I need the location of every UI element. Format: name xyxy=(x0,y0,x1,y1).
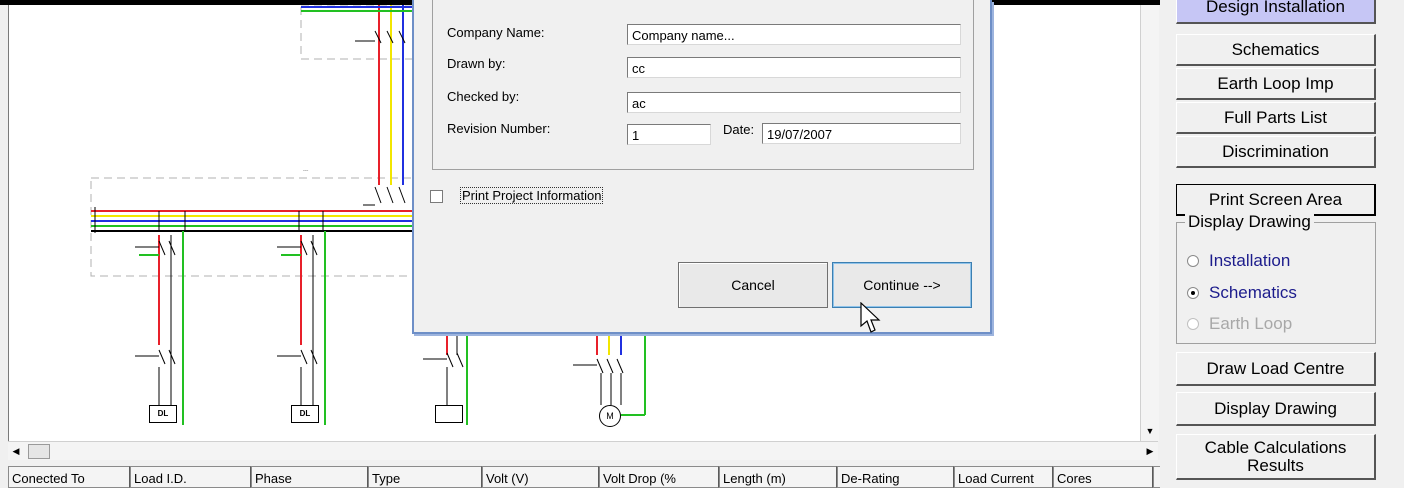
date-label: Date: xyxy=(723,122,755,137)
switch-contact xyxy=(168,349,176,365)
radio-schematics-label[interactable]: Schematics xyxy=(1209,283,1297,303)
draw-load-centre-button[interactable]: Draw Load Centre xyxy=(1176,352,1376,386)
column-header-load-id[interactable]: Load I.D. xyxy=(130,466,251,488)
switch-contact xyxy=(310,240,318,256)
drawn-by-label: Drawn by: xyxy=(447,56,506,71)
switch-contact xyxy=(616,358,624,374)
radio-earth-loop-label: Earth Loop xyxy=(1209,314,1293,333)
column-header-volt[interactable]: Volt (V) xyxy=(482,466,599,488)
cancel-button[interactable]: Cancel xyxy=(678,262,828,308)
load-symbol-1: DL xyxy=(149,405,177,423)
company-name-label: Company Name: xyxy=(447,25,545,40)
column-header-de-rating[interactable]: De-Rating xyxy=(837,466,954,488)
switch-contact xyxy=(158,349,166,365)
radio-earth-loop xyxy=(1187,318,1199,330)
results-table-header: Conected To Load I.D. Phase Type Volt (V… xyxy=(8,466,1178,488)
radio-installation-label[interactable]: Installation xyxy=(1209,251,1290,271)
revision-number-field[interactable]: 1 xyxy=(627,124,711,145)
vertical-scrollbar[interactable]: ▼ xyxy=(1140,5,1159,441)
column-header-load-current[interactable]: Load Current xyxy=(954,466,1053,488)
discrimination-button[interactable]: Discrimination xyxy=(1176,136,1376,168)
scroll-down-arrow-icon[interactable]: ▼ xyxy=(1141,423,1159,439)
radio-installation[interactable] xyxy=(1187,255,1199,267)
switch-contact xyxy=(606,358,614,374)
display-drawing-button[interactable]: Display Drawing xyxy=(1176,392,1376,426)
load-symbol-2: DL xyxy=(291,405,319,423)
display-drawing-group-title: Display Drawing xyxy=(1185,212,1314,232)
design-installation-button[interactable]: Design Installation xyxy=(1176,0,1376,24)
horizontal-scrollbar[interactable]: ◀ ▶ xyxy=(8,441,1158,460)
switch-contact xyxy=(596,358,604,374)
load-symbol-3 xyxy=(435,405,463,423)
earth-loop-imp-button[interactable]: Earth Loop Imp xyxy=(1176,68,1376,100)
column-header-connected-to[interactable]: Conected To xyxy=(8,466,130,488)
switch-contact xyxy=(300,349,308,365)
svg-text:~~~: ~~~ xyxy=(303,168,309,172)
column-header-type[interactable]: Type xyxy=(368,466,482,488)
column-header-cores[interactable]: Cores xyxy=(1053,466,1153,488)
company-name-field[interactable]: Company name... xyxy=(627,24,961,45)
switch-contact xyxy=(168,240,176,256)
column-header-volt-drop[interactable]: Volt Drop (% xyxy=(599,466,719,488)
project-details-frame: Company Name: Company name... Drawn by: … xyxy=(432,0,974,170)
scroll-left-arrow-icon[interactable]: ◀ xyxy=(8,442,24,460)
checked-by-label: Checked by: xyxy=(447,89,520,104)
column-header-phase[interactable]: Phase xyxy=(251,466,368,488)
print-project-information-checkbox[interactable] xyxy=(430,190,443,203)
horizontal-scroll-thumb[interactable] xyxy=(28,444,50,459)
revision-number-label: Revision Number: xyxy=(447,121,551,136)
arrow-pointer-icon xyxy=(860,302,881,333)
checked-by-field[interactable]: ac xyxy=(627,92,961,113)
continue-button[interactable]: Continue --> xyxy=(832,262,972,308)
drawn-by-field[interactable]: cc xyxy=(627,57,961,78)
radio-schematics[interactable] xyxy=(1187,287,1199,299)
project-info-dialog: Company Name: Company name... Drawn by: … xyxy=(412,0,992,334)
switch-contact xyxy=(446,352,454,368)
date-field[interactable]: 19/07/2007 xyxy=(762,123,961,144)
switch-contact xyxy=(310,349,318,365)
scroll-right-arrow-icon[interactable]: ▶ xyxy=(1142,442,1158,460)
full-parts-list-button[interactable]: Full Parts List xyxy=(1176,102,1376,134)
print-project-information-label[interactable]: Print Project Information xyxy=(460,187,604,204)
right-command-panel: Design Installation Schematics Earth Loo… xyxy=(1160,0,1404,488)
motor-symbol: M xyxy=(599,405,621,427)
cable-calculations-results-button[interactable]: Cable Calculations Results xyxy=(1176,434,1376,480)
column-header-length[interactable]: Length (m) xyxy=(719,466,837,488)
switch-contact xyxy=(456,352,464,368)
display-drawing-group: Display Drawing Installation Schematics … xyxy=(1176,212,1376,344)
schematics-button[interactable]: Schematics xyxy=(1176,34,1376,66)
